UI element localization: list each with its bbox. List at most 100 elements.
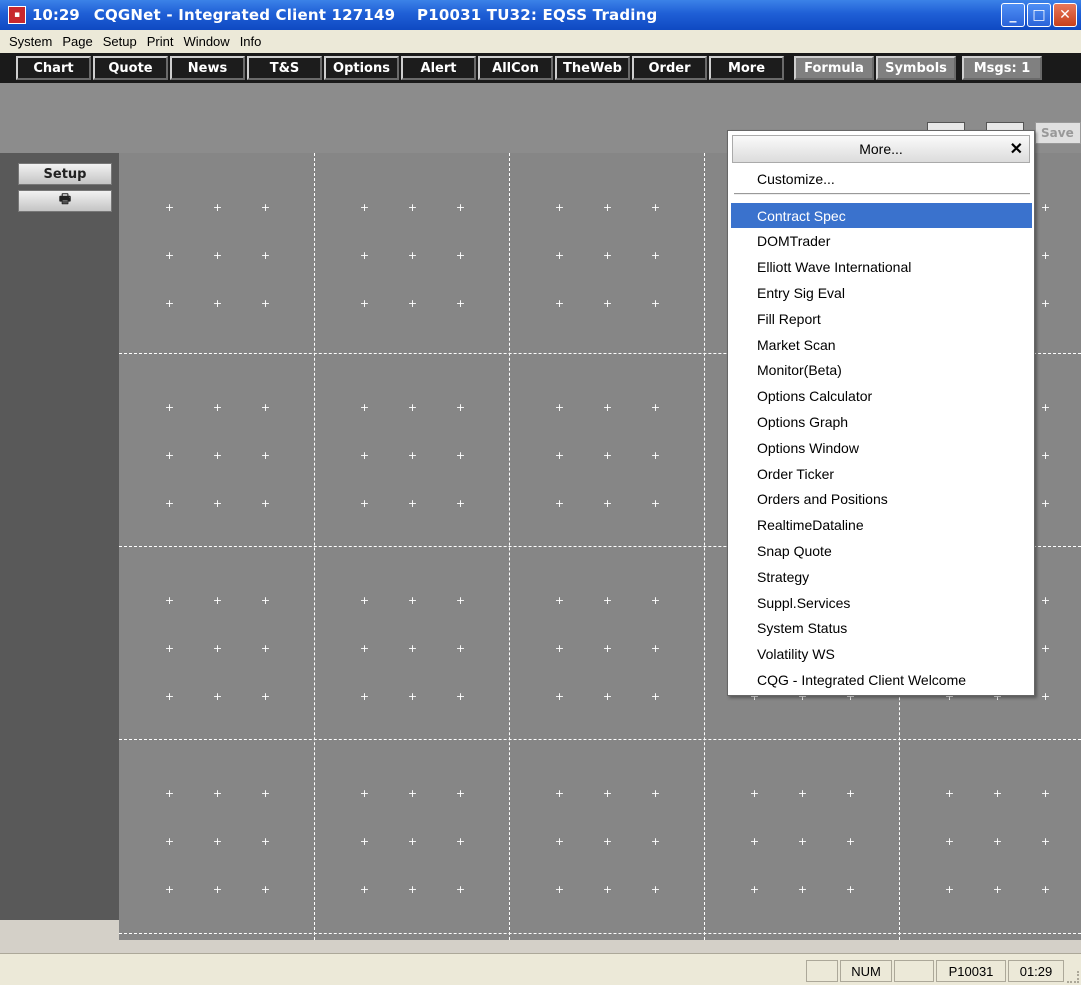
window-controls: _ □ ✕ [1001, 3, 1077, 27]
grid-cell-marker: + [455, 594, 466, 607]
symbols-button[interactable]: Symbols [876, 56, 956, 80]
close-icon[interactable]: ✕ [1010, 139, 1023, 159]
status-cell-empty-1 [806, 960, 838, 982]
grid-cell-marker: + [455, 249, 466, 262]
resize-grip-icon[interactable] [1067, 971, 1079, 983]
grid-cell-marker: + [212, 201, 223, 214]
more-dropdown-title: More... [859, 141, 903, 157]
status-account: P10031 [936, 960, 1006, 982]
grid-cell-marker: + [212, 883, 223, 896]
menu-item-options-calculator[interactable]: Options Calculator [731, 384, 1032, 409]
grid-cell-marker: + [602, 594, 613, 607]
menu-window[interactable]: Window [178, 34, 234, 49]
grid-cell-marker: + [260, 297, 271, 310]
cqg-app-icon[interactable]: ▪ [8, 6, 26, 24]
grid-cell-marker: + [260, 835, 271, 848]
grid-cell-marker: + [260, 594, 271, 607]
time-and-sales-button[interactable]: T&S [247, 56, 322, 80]
grid-cell-marker: + [554, 497, 565, 510]
menu-print[interactable]: Print [142, 34, 179, 49]
more-dropdown-menu: More... ✕ Customize... Contract Spec DOMT… [727, 130, 1035, 696]
menu-item-options-window[interactable]: Options Window [731, 435, 1032, 460]
grid-cell-marker: + [212, 401, 223, 414]
menu-system[interactable]: System [4, 34, 57, 49]
menu-item-order-ticker[interactable]: Order Ticker [731, 461, 1032, 486]
menu-item-contract-spec[interactable]: Contract Spec [731, 203, 1032, 228]
messages-button[interactable]: Msgs: 1 [962, 56, 1042, 80]
grid-cell-marker: + [359, 642, 370, 655]
maximize-button[interactable]: □ [1027, 3, 1051, 27]
more-button[interactable]: More [709, 56, 784, 80]
menu-item-entry-sig-eval[interactable]: Entry Sig Eval [731, 280, 1032, 305]
grid-cell-marker: + [1040, 401, 1051, 414]
title-bar: ▪ 10:29 CQGNet - Integrated Client 12714… [0, 0, 1081, 30]
grid-cell-marker: + [554, 297, 565, 310]
minimize-button[interactable]: _ [1001, 3, 1025, 27]
menu-bar: System Page Setup Print Window Info [0, 30, 1081, 53]
grid-cell-marker: + [359, 835, 370, 848]
grid-cell-marker: + [554, 642, 565, 655]
theweb-button[interactable]: TheWeb [555, 56, 630, 80]
order-button[interactable]: Order [632, 56, 707, 80]
grid-cell-marker: + [602, 249, 613, 262]
menu-item-cqg-integrated-client-welcome[interactable]: CQG - Integrated Client Welcome [731, 667, 1032, 692]
grid-cell-marker: + [455, 201, 466, 214]
grid-cell-marker: + [407, 249, 418, 262]
menu-item-monitor-beta[interactable]: Monitor(Beta) [731, 358, 1032, 383]
menu-item-domtrader[interactable]: DOMTrader [731, 229, 1032, 254]
grid-cell-marker: + [164, 401, 175, 414]
grid-cell-marker: + [845, 883, 856, 896]
grid-cell-marker: + [1040, 497, 1051, 510]
menu-item-system-status[interactable]: System Status [731, 616, 1032, 641]
grid-cell-marker: + [455, 690, 466, 703]
grid-cell-marker: + [164, 201, 175, 214]
save-button[interactable]: Save [1035, 122, 1081, 144]
grid-cell-marker: + [602, 883, 613, 896]
menu-item-snap-quote[interactable]: Snap Quote [731, 538, 1032, 563]
menu-setup[interactable]: Setup [98, 34, 142, 49]
status-bar: NUM P10031 01:29 [0, 953, 1081, 985]
menu-item-elliott-wave-international[interactable]: Elliott Wave International [731, 255, 1032, 280]
menu-item-orders-and-positions[interactable]: Orders and Positions [731, 487, 1032, 512]
grid-cell-marker: + [212, 787, 223, 800]
grid-cell-marker: + [455, 297, 466, 310]
alert-button[interactable]: Alert [401, 56, 476, 80]
grid-divider-horizontal [119, 933, 1081, 934]
status-time: 01:29 [1008, 960, 1064, 982]
chart-button[interactable]: Chart [16, 56, 91, 80]
grid-cell-marker: + [944, 787, 955, 800]
menu-info[interactable]: Info [235, 34, 267, 49]
menu-item-fill-report[interactable]: Fill Report [731, 306, 1032, 331]
menu-item-strategy[interactable]: Strategy [731, 564, 1032, 589]
grid-cell-marker: + [164, 642, 175, 655]
left-panel-bottom [0, 920, 119, 940]
formula-button[interactable]: Formula [794, 56, 874, 80]
grid-cell-marker: + [797, 835, 808, 848]
close-button[interactable]: ✕ [1053, 3, 1077, 27]
quote-button[interactable]: Quote [93, 56, 168, 80]
grid-cell-marker: + [359, 449, 370, 462]
grid-cell-marker: + [650, 690, 661, 703]
grid-cell-marker: + [602, 297, 613, 310]
menu-item-realtimedataline[interactable]: RealtimeDataline [731, 513, 1032, 538]
grid-cell-marker: + [455, 497, 466, 510]
print-button[interactable]: 🖶 [18, 190, 112, 212]
menu-item-options-graph[interactable]: Options Graph [731, 409, 1032, 434]
menu-item-market-scan[interactable]: Market Scan [731, 332, 1032, 357]
grid-cell-marker: + [260, 497, 271, 510]
allcon-button[interactable]: AllCon [478, 56, 553, 80]
grid-cell-marker: + [650, 642, 661, 655]
grid-cell-marker: + [359, 249, 370, 262]
grid-cell-marker: + [602, 497, 613, 510]
grid-cell-marker: + [260, 401, 271, 414]
news-button[interactable]: News [170, 56, 245, 80]
grid-cell-marker: + [212, 249, 223, 262]
menu-item-customize[interactable]: Customize... [731, 166, 1032, 191]
menu-item-volatility-ws[interactable]: Volatility WS [731, 642, 1032, 667]
options-button[interactable]: Options [324, 56, 399, 80]
menu-item-suppl-services[interactable]: Suppl.Services [731, 590, 1032, 615]
grid-cell-marker: + [212, 642, 223, 655]
grid-cell-marker: + [554, 201, 565, 214]
setup-button[interactable]: Setup [18, 163, 112, 185]
menu-page[interactable]: Page [57, 34, 97, 49]
